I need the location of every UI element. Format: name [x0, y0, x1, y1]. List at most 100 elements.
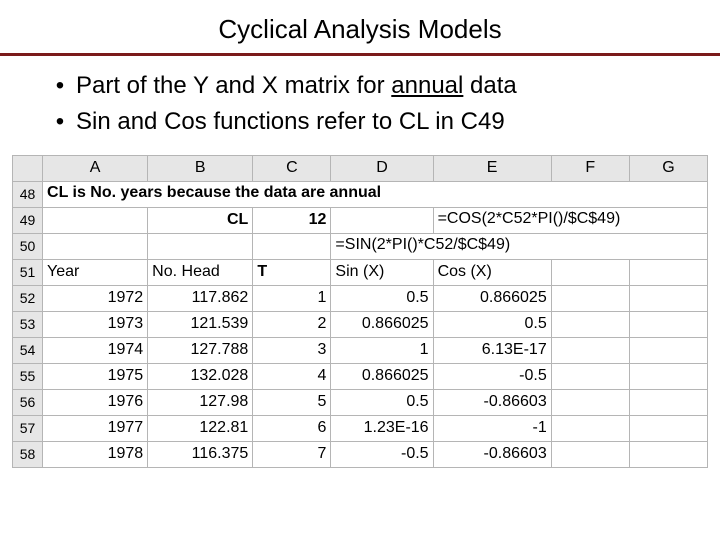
cell[interactable]: =SIN(2*PI()*C52/$C$49)	[331, 233, 708, 259]
cell[interactable]: 1972	[43, 285, 148, 311]
cell[interactable]	[629, 337, 707, 363]
row-header[interactable]: 56	[13, 389, 43, 415]
table-row: 53 1973 121.539 2 0.866025 0.5	[13, 311, 708, 337]
bullet-text: Part of the Y and X matrix for annual da…	[76, 70, 517, 102]
cell[interactable]: 0.5	[433, 311, 551, 337]
cell[interactable]: 1977	[43, 415, 148, 441]
cell[interactable]	[43, 207, 148, 233]
cell[interactable]: 127.98	[148, 389, 253, 415]
cell[interactable]: 0.866025	[331, 311, 433, 337]
cell[interactable]: 0.5	[331, 389, 433, 415]
bullet-dot-icon: •	[52, 70, 68, 102]
cell[interactable]: T	[253, 259, 331, 285]
col-header[interactable]: G	[629, 155, 707, 181]
cell[interactable]: -1	[433, 415, 551, 441]
cell[interactable]: 116.375	[148, 441, 253, 467]
cell[interactable]	[629, 311, 707, 337]
cell[interactable]: 4	[253, 363, 331, 389]
cell[interactable]: Year	[43, 259, 148, 285]
col-header[interactable]: E	[433, 155, 551, 181]
cell[interactable]: 6.13E-17	[433, 337, 551, 363]
cell[interactable]	[551, 285, 629, 311]
table-row: 58 1978 116.375 7 -0.5 -0.86603	[13, 441, 708, 467]
cell[interactable]: 2	[253, 311, 331, 337]
cell[interactable]: CL	[148, 207, 253, 233]
cell[interactable]: 0.5	[331, 285, 433, 311]
row-header[interactable]: 54	[13, 337, 43, 363]
cell[interactable]: -0.5	[331, 441, 433, 467]
cell[interactable]: 5	[253, 389, 331, 415]
cell[interactable]	[331, 207, 433, 233]
cell[interactable]	[629, 415, 707, 441]
cell[interactable]	[629, 441, 707, 467]
cell[interactable]	[551, 311, 629, 337]
bullet-text-underline: annual	[391, 72, 463, 99]
row-header[interactable]: 49	[13, 207, 43, 233]
cell[interactable]: 7	[253, 441, 331, 467]
cell[interactable]: 0.866025	[331, 363, 433, 389]
cell[interactable]	[629, 389, 707, 415]
bullet-item: • Sin and Cos functions refer to CL in C…	[52, 106, 680, 138]
table-row: 55 1975 132.028 4 0.866025 -0.5	[13, 363, 708, 389]
cell[interactable]	[551, 415, 629, 441]
cell[interactable]: 1978	[43, 441, 148, 467]
row-header[interactable]: 57	[13, 415, 43, 441]
cell[interactable]: CL is No. years because the data are ann…	[43, 181, 708, 207]
bullet-item: • Part of the Y and X matrix for annual …	[52, 70, 680, 102]
cell[interactable]: 127.788	[148, 337, 253, 363]
cell[interactable]: 121.539	[148, 311, 253, 337]
cell[interactable]	[253, 233, 331, 259]
cell[interactable]: 6	[253, 415, 331, 441]
bullet-dot-icon: •	[52, 106, 68, 138]
cell[interactable]: 1	[331, 337, 433, 363]
row-header[interactable]: 50	[13, 233, 43, 259]
cell[interactable]: Cos (X)	[433, 259, 551, 285]
cell[interactable]: No. Head	[148, 259, 253, 285]
row-header[interactable]: 53	[13, 311, 43, 337]
cell[interactable]: 0.866025	[433, 285, 551, 311]
row-header[interactable]: 55	[13, 363, 43, 389]
cell[interactable]: 1.23E-16	[331, 415, 433, 441]
cell[interactable]	[551, 389, 629, 415]
col-header[interactable]: B	[148, 155, 253, 181]
cell[interactable]	[148, 233, 253, 259]
cell[interactable]	[629, 285, 707, 311]
cell[interactable]: 1976	[43, 389, 148, 415]
cell[interactable]: 132.028	[148, 363, 253, 389]
bullet-text-pre: Part of the Y and X matrix for	[76, 72, 391, 99]
col-header[interactable]: F	[551, 155, 629, 181]
col-header[interactable]: D	[331, 155, 433, 181]
cell[interactable]: 1973	[43, 311, 148, 337]
row-header[interactable]: 52	[13, 285, 43, 311]
table-row: 48 CL is No. years because the data are …	[13, 181, 708, 207]
cell[interactable]: =COS(2*C52*PI()/$C$49)	[433, 207, 707, 233]
row-header[interactable]: 51	[13, 259, 43, 285]
column-header-row: A B C D E F G	[13, 155, 708, 181]
cell[interactable]: 1975	[43, 363, 148, 389]
cell[interactable]: 117.862	[148, 285, 253, 311]
cell[interactable]	[43, 233, 148, 259]
bullet-text-post: data	[463, 72, 516, 99]
cell[interactable]: -0.86603	[433, 441, 551, 467]
cell[interactable]: 12	[253, 207, 331, 233]
cell[interactable]: 122.81	[148, 415, 253, 441]
cell[interactable]	[629, 259, 707, 285]
cell[interactable]	[551, 441, 629, 467]
table-row: 50 =SIN(2*PI()*C52/$C$49)	[13, 233, 708, 259]
cell[interactable]: 1	[253, 285, 331, 311]
cell[interactable]	[551, 337, 629, 363]
table-row: 51 Year No. Head T Sin (X) Cos (X)	[13, 259, 708, 285]
cell[interactable]	[551, 363, 629, 389]
cell[interactable]: 1974	[43, 337, 148, 363]
cell[interactable]	[629, 363, 707, 389]
cell[interactable]: -0.5	[433, 363, 551, 389]
spreadsheet-table: A B C D E F G 48 CL is No. years because…	[12, 155, 708, 468]
row-header[interactable]: 58	[13, 441, 43, 467]
col-header[interactable]: A	[43, 155, 148, 181]
cell[interactable]: Sin (X)	[331, 259, 433, 285]
cell[interactable]: -0.86603	[433, 389, 551, 415]
cell[interactable]	[551, 259, 629, 285]
row-header[interactable]: 48	[13, 181, 43, 207]
cell[interactable]: 3	[253, 337, 331, 363]
col-header[interactable]: C	[253, 155, 331, 181]
